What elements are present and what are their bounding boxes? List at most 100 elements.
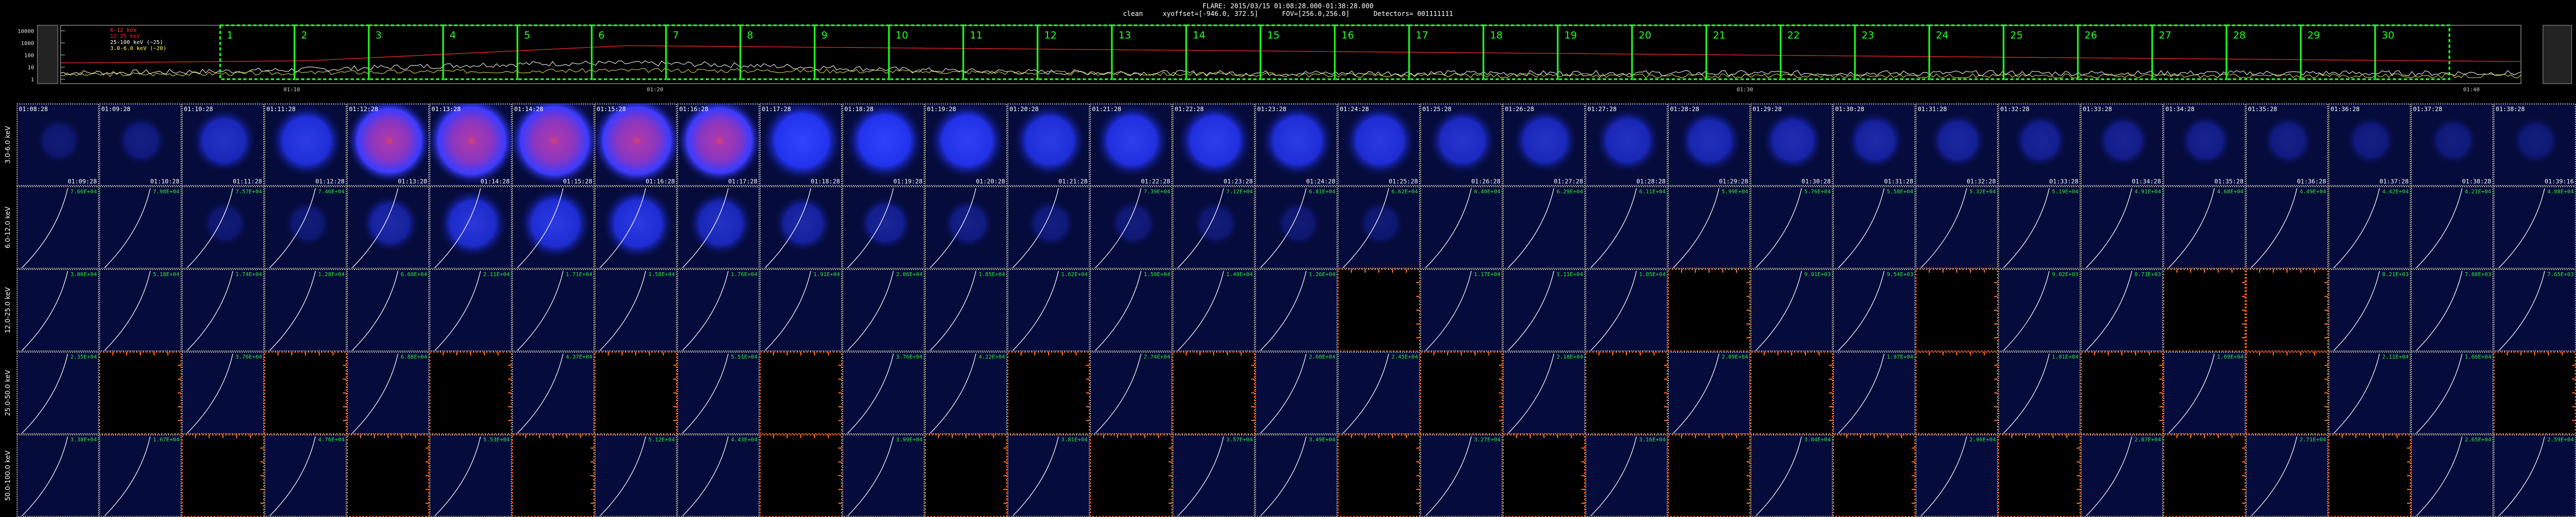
source-emission xyxy=(438,188,508,258)
image-max-value: 2.35E+04 xyxy=(70,354,97,360)
image-cell xyxy=(594,186,677,269)
interval-number: 7 xyxy=(673,30,679,41)
time-axis-label: 01:40 xyxy=(2463,87,2480,93)
image-cell: 1.67E+04 xyxy=(99,434,182,517)
interval-start-time: 01:30:28 xyxy=(1835,106,1864,113)
image-frame xyxy=(760,269,842,351)
image-cell xyxy=(677,186,760,269)
image-frame xyxy=(1998,269,2081,351)
source-emission xyxy=(845,103,924,180)
image-max-value: 8.73E+03 xyxy=(2135,272,2161,278)
source-emission xyxy=(761,103,843,182)
image-frame xyxy=(182,269,264,351)
interval-number: 5 xyxy=(524,30,530,41)
image-cell: 5.18E+04 xyxy=(99,269,182,351)
interval-end-time: 01:35:28 xyxy=(2214,178,2244,185)
image-frame xyxy=(677,269,760,351)
empty-image-frame xyxy=(760,351,842,435)
interval-start-time: 01:09:28 xyxy=(101,106,130,113)
image-max-value: 6.40E+04 xyxy=(1474,189,1500,195)
image-max-value: 3.81E+04 xyxy=(1061,437,1088,443)
image-cell: 4.76E+04 xyxy=(264,434,347,517)
image-cell: 3.27E+04 xyxy=(1420,434,1503,517)
source-emission xyxy=(943,198,994,249)
image-max-value: 3.27E+04 xyxy=(1474,437,1500,443)
image-cell: 1.11E+04 xyxy=(1503,269,1585,351)
source-emission xyxy=(929,103,1006,179)
image-frame xyxy=(2411,351,2493,435)
image-cell xyxy=(429,186,512,269)
image-cell: 7.88E+03 xyxy=(2411,269,2493,351)
image-max-value: 3.06E+04 xyxy=(70,272,97,278)
interval-start-time: 01:23:28 xyxy=(1257,106,1286,113)
image-cell xyxy=(1338,434,1420,517)
source-core xyxy=(386,137,392,144)
image-frame xyxy=(1750,434,1833,517)
interval-end-time: 01:22:28 xyxy=(1141,178,1170,185)
y-tick-label: 10 xyxy=(28,65,34,71)
image-frame xyxy=(1503,269,1585,351)
interval-start-time: 01:22:28 xyxy=(1175,106,1204,113)
empty-image-frame xyxy=(594,351,677,435)
empty-image-frame xyxy=(347,434,429,517)
image-cell: 1.28E+04 xyxy=(264,269,347,351)
image-frame xyxy=(512,351,594,435)
image-frame xyxy=(1915,186,1998,269)
interval-end-time: 01:14:28 xyxy=(481,178,510,185)
image-max-value: 1.74E+04 xyxy=(236,272,262,278)
image-frame xyxy=(2081,269,2163,351)
interval-end-time: 01:31:28 xyxy=(1884,178,1913,185)
interval-start-time: 01:18:28 xyxy=(844,106,874,113)
interval-end-time: 01:38:28 xyxy=(2462,178,2491,185)
image-frame xyxy=(842,351,925,435)
image-cell xyxy=(760,351,842,435)
image-frame xyxy=(1585,434,1668,517)
image-frame xyxy=(2163,351,2246,435)
image-cell xyxy=(182,434,264,517)
image-cell: 7.46E+04 xyxy=(264,186,347,269)
image-frame xyxy=(2163,186,2246,269)
image-cell: 1.71E+04 xyxy=(512,269,594,351)
interval-end-time: 01:11:28 xyxy=(233,178,262,185)
empty-image-frame xyxy=(2163,268,2246,352)
empty-image-frame xyxy=(1833,434,1915,517)
image-frame xyxy=(2493,186,2576,269)
interval-number: 12 xyxy=(1044,30,1057,41)
source-emission xyxy=(1177,103,1252,178)
image-max-value: 7.39E+04 xyxy=(1144,189,1170,195)
image-cell: 2.87E+04 xyxy=(2081,434,2163,517)
image-cell: 01:37:28 01:38:28 xyxy=(2411,103,2493,186)
source-emission xyxy=(1260,104,1334,177)
interval-end-time: 01:39:16 xyxy=(2545,178,2574,185)
interval-start-time: 01:31:28 xyxy=(1918,106,1947,113)
source-emission xyxy=(1679,109,1742,172)
image-frame xyxy=(1420,434,1503,517)
source-emission xyxy=(602,187,674,260)
image-max-value: 8.21E+03 xyxy=(2382,272,2409,278)
image-frame xyxy=(2081,186,2163,269)
image-frame xyxy=(2411,186,2493,269)
interval-number: 4 xyxy=(450,30,456,41)
legend-entry: 25-100 keV (~25) xyxy=(110,40,163,46)
image-cell: 7.39E+04 xyxy=(1090,186,1172,269)
empty-image-frame xyxy=(512,434,594,517)
image-cell: 01:15:28 01:16:28 xyxy=(592,103,682,186)
image-max-value: 4.37E+04 xyxy=(566,354,592,360)
image-cell: 4.91E+04 xyxy=(2081,186,2163,269)
image-frame xyxy=(1833,186,1915,269)
image-cell: 2.60E+04 xyxy=(1255,351,1338,435)
image-frame xyxy=(2493,269,2576,351)
image-cell xyxy=(2328,434,2411,517)
image-max-value: 5.99E+04 xyxy=(1722,189,1748,195)
image-cell: 1.66E+04 xyxy=(2411,351,2493,435)
image-frame xyxy=(1585,269,1668,351)
interval-number: 19 xyxy=(1564,30,1577,41)
empty-image-frame xyxy=(1503,434,1585,517)
image-max-value: 1.17E+04 xyxy=(1474,272,1500,278)
image-max-value: 1.67E+04 xyxy=(153,437,179,443)
image-frame xyxy=(2246,186,2328,269)
source-core xyxy=(634,137,640,144)
source-emission xyxy=(1846,112,1904,170)
image-cell xyxy=(264,351,347,435)
interval-start-time: 01:32:28 xyxy=(2000,106,2029,113)
